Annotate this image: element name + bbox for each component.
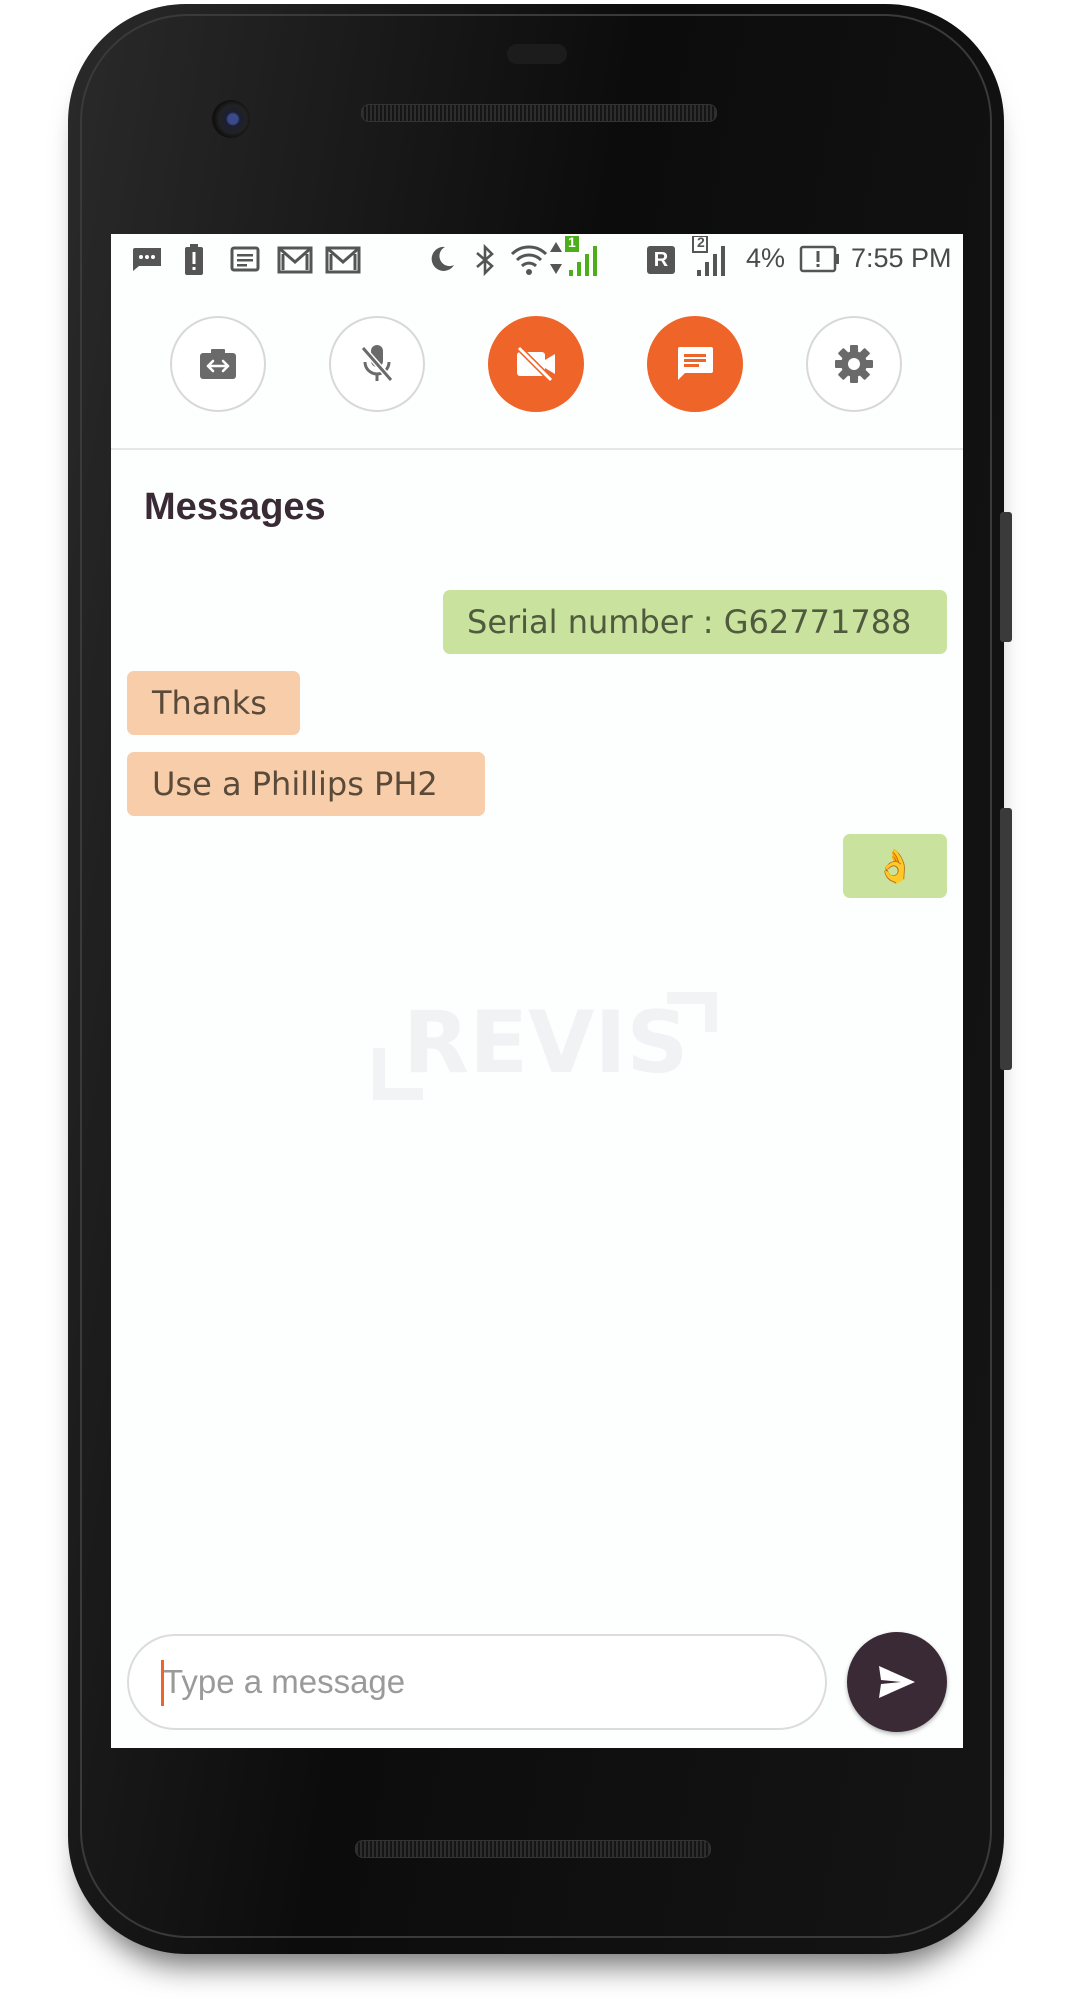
send-button[interactable] <box>847 1632 947 1732</box>
sim2-badge: 2 <box>697 234 705 250</box>
revis-watermark-logo: REVIS <box>373 992 717 1100</box>
roaming-icon: R <box>647 246 675 274</box>
volume-rocker <box>1000 808 1012 1070</box>
gmail-icon <box>325 246 361 274</box>
clock: 7:55 PM <box>851 243 952 273</box>
mic-off-icon <box>360 345 394 382</box>
app-screen: 1 R 2 4% 7:55 PM Messages REVIS Serial n… <box>111 234 963 1748</box>
message-bubble-incoming: Use a Phillips PH2 <box>127 752 485 816</box>
switch-camera-button[interactable] <box>170 316 266 412</box>
messages-heading: Messages <box>144 486 326 528</box>
front-camera <box>212 100 250 138</box>
data-arrows-icon <box>550 242 562 274</box>
battery-icon <box>799 245 839 273</box>
proximity-sensor <box>507 44 567 64</box>
text-cursor <box>161 1660 164 1706</box>
chat-button[interactable] <box>647 316 743 412</box>
gmail-icon <box>277 246 313 274</box>
send-icon <box>879 1666 915 1698</box>
roaming-label: R <box>653 248 669 271</box>
mute-mic-button[interactable] <box>329 316 425 412</box>
message-composer <box>127 1634 827 1730</box>
switch-camera-icon <box>200 349 236 379</box>
sim1-badge: 1 <box>568 234 576 250</box>
video-off-button[interactable] <box>488 316 584 412</box>
videocam-off-icon <box>516 345 555 383</box>
message-bubble-outgoing: 👌 <box>843 834 947 898</box>
bluetooth-icon <box>476 244 494 276</box>
message-text: Thanks <box>152 684 267 722</box>
gear-icon <box>835 345 873 383</box>
message-bubble-outgoing: Serial number : G62771788 <box>443 590 947 654</box>
settings-button[interactable] <box>806 316 902 412</box>
bottom-speaker <box>355 1840 711 1858</box>
message-text: 👌 <box>875 847 915 885</box>
message-bubble-incoming: Thanks <box>127 671 300 735</box>
chat-icon <box>677 347 713 380</box>
message-input[interactable] <box>161 1662 785 1702</box>
call-controls-bar <box>111 288 963 450</box>
do-not-disturb-moon-icon <box>431 246 454 271</box>
wifi-icon <box>510 245 548 275</box>
status-bar: 1 R 2 4% 7:55 PM <box>111 234 963 284</box>
battery-alert-icon <box>185 244 203 275</box>
sms-icon <box>133 248 161 271</box>
message-text: Use a Phillips PH2 <box>152 765 438 803</box>
message-text: Serial number : G62771788 <box>467 603 912 641</box>
notes-icon <box>230 246 260 272</box>
svg-text:REVIS: REVIS <box>403 993 688 1093</box>
earpiece-speaker <box>361 104 717 122</box>
battery-percent: 4% <box>746 243 786 273</box>
power-button <box>1000 512 1012 642</box>
